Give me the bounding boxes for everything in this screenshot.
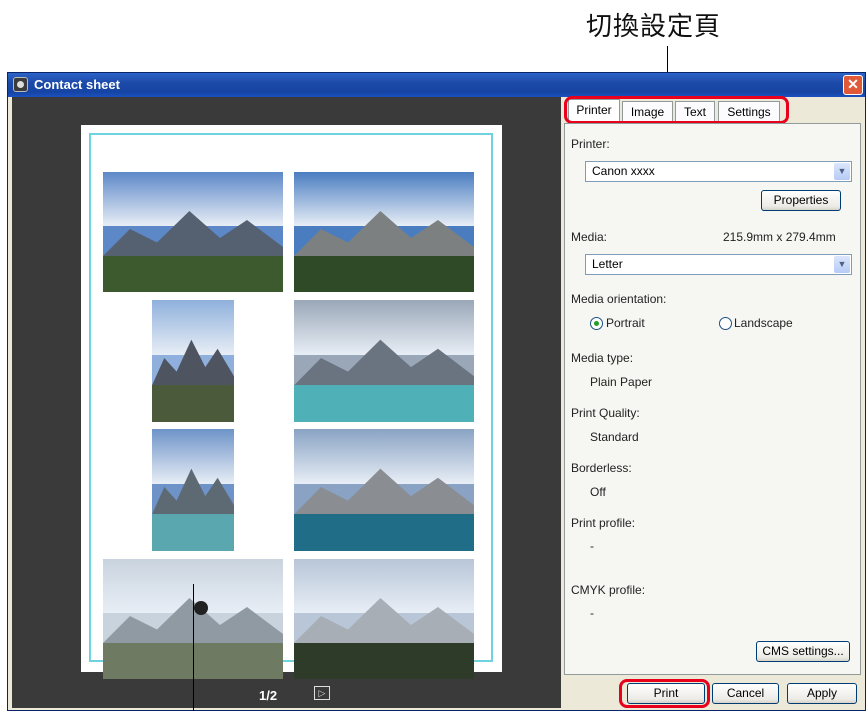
photo-ground [294, 385, 474, 422]
photo-ground [294, 514, 474, 551]
photo-thumbnail[interactable] [152, 300, 234, 422]
media-size: 215.9mm x 279.4mm [723, 230, 836, 244]
print-profile-label: Print profile: [571, 516, 636, 530]
print-profile-value: - [590, 539, 594, 553]
print-quality-label: Print Quality: [571, 406, 640, 420]
printer-label: Printer: [571, 137, 610, 151]
marker-dot [194, 601, 208, 615]
cmyk-profile-label: CMYK profile: [571, 583, 646, 597]
title-bar[interactable]: Contact sheet ✕ [8, 73, 865, 97]
photo-ground [294, 643, 474, 679]
media-type-label: Media type: [571, 351, 634, 365]
photo-thumbnail[interactable] [294, 300, 474, 422]
next-page-icon[interactable]: ▷ [314, 686, 330, 700]
media-label: Media: [571, 230, 608, 244]
borderless-label: Borderless: [571, 461, 632, 475]
landscape-label: Landscape [734, 316, 793, 330]
media-select[interactable]: Letter ▼ [585, 254, 852, 275]
photo-ground [152, 385, 234, 422]
photo-ground [294, 256, 474, 292]
photo-thumbnail[interactable] [294, 559, 474, 679]
print-quality-value: Standard [590, 430, 639, 444]
cms-settings-button[interactable]: CMS settings... [756, 641, 850, 662]
settings-panel: Printer Image Text Settings Printer: Can… [564, 96, 863, 677]
photo-thumbnail[interactable] [103, 172, 283, 292]
photo-thumbnail[interactable] [152, 429, 234, 551]
printer-select[interactable]: Canon xxxx ▼ [585, 161, 852, 182]
portrait-radio[interactable] [590, 317, 603, 330]
chevron-down-icon: ▼ [834, 163, 850, 180]
borderless-value: Off [590, 485, 606, 499]
callout-line [667, 46, 668, 74]
printer-value: Canon xxxx [592, 164, 655, 178]
callout-line-bottom [193, 584, 194, 711]
photo-thumbnail[interactable] [294, 429, 474, 551]
window-title: Contact sheet [34, 77, 120, 92]
preview-area: 1/2 ▷ [12, 97, 561, 708]
camera-icon [13, 77, 28, 92]
properties-button[interactable]: Properties [761, 190, 841, 211]
media-type-value: Plain Paper [590, 375, 653, 389]
apply-button[interactable]: Apply [787, 683, 857, 704]
chevron-down-icon: ▼ [834, 256, 850, 273]
callout-title: 切換設定頁 [586, 12, 722, 42]
photo-ground [103, 256, 283, 292]
close-icon[interactable]: ✕ [843, 75, 863, 95]
orientation-label: Media orientation: [571, 292, 667, 306]
landscape-radio[interactable] [719, 317, 732, 330]
tabs-highlight [564, 96, 789, 124]
photo-thumbnail[interactable] [294, 172, 474, 292]
printer-tab-page: Printer: Canon xxxx ▼ Properties Media: … [564, 123, 861, 675]
photo-ground [152, 514, 234, 551]
cmyk-profile-value: - [590, 606, 594, 620]
print-highlight [619, 679, 710, 708]
contact-sheet-page [81, 125, 502, 679]
cancel-button[interactable]: Cancel [712, 683, 779, 704]
contact-sheet-window: Contact sheet ✕ 1/2 ▷ Printer Image Text… [7, 72, 866, 711]
portrait-label: Portrait [606, 316, 645, 330]
page-indicator: 1/2 [259, 688, 278, 703]
media-value: Letter [592, 257, 623, 271]
